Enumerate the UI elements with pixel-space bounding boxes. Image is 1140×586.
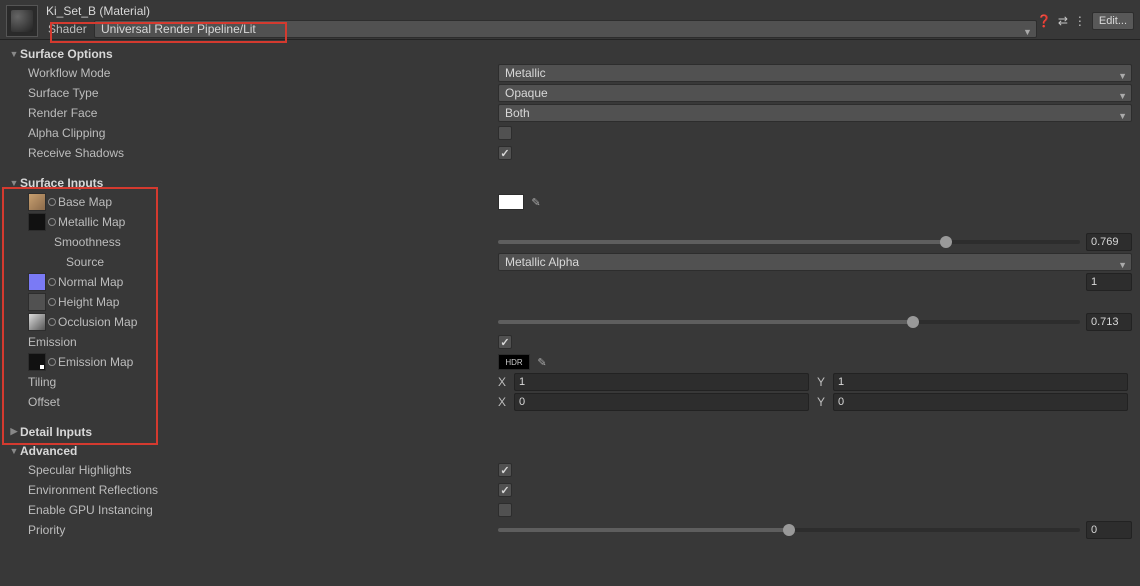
texture-picker-icon[interactable] [48,198,56,206]
emission-color-swatch[interactable]: HDR [498,354,530,370]
section-title: Detail Inputs [20,425,92,439]
section-surface-options[interactable]: ▼ Surface Options [8,44,1132,63]
gpu-instancing-label: Enable GPU Instancing [28,503,153,517]
foldout-icon: ▼ [8,178,20,188]
tiling-y-field[interactable] [833,373,1128,391]
material-header: Ki_Set_B (Material) Shader Universal Ren… [0,0,1140,40]
receive-shadows-checkbox[interactable] [498,146,512,160]
section-title: Advanced [20,444,77,458]
alpha-clipping-checkbox[interactable] [498,126,512,140]
alpha-clipping-label: Alpha Clipping [28,126,105,140]
surface-type-label: Surface Type [28,86,99,100]
base-map-texture-slot[interactable] [28,193,46,211]
smoothness-slider[interactable] [498,240,1080,244]
edit-button[interactable]: Edit... [1092,12,1134,30]
foldout-icon: ▼ [8,446,20,456]
occlusion-slider[interactable] [498,320,1080,324]
gpu-instancing-checkbox[interactable] [498,503,512,517]
section-detail-inputs[interactable]: ▶ Detail Inputs [8,422,1132,441]
y-label: Y [817,395,829,409]
tiling-label: Tiling [28,375,56,389]
tiling-x-field[interactable] [514,373,809,391]
x-label: X [498,395,510,409]
normal-map-texture-slot[interactable] [28,273,46,291]
slider-thumb[interactable] [783,524,795,536]
material-title: Ki_Set_B (Material) [44,4,1037,18]
priority-slider[interactable] [498,528,1080,532]
texture-picker-icon[interactable] [48,278,56,286]
shader-dropdown[interactable]: Universal Render Pipeline/Lit ▼ [94,20,1037,38]
section-advanced[interactable]: ▼ Advanced [8,441,1132,460]
menu-icon[interactable]: ⋮ [1074,14,1086,28]
help-icon[interactable]: ❓ [1037,14,1052,28]
emission-label: Emission [28,335,77,349]
normal-map-label: Normal Map [58,275,123,289]
occlusion-map-label: Occlusion Map [58,315,137,329]
render-face-dropdown[interactable]: Both▼ [498,104,1132,122]
texture-picker-icon[interactable] [48,318,56,326]
workflow-mode-label: Workflow Mode [28,66,110,80]
env-reflections-label: Environment Reflections [28,483,158,497]
foldout-icon: ▼ [8,49,20,59]
section-title: Surface Inputs [20,176,103,190]
y-label: Y [817,375,829,389]
priority-label: Priority [28,523,65,537]
material-preview-thumb[interactable] [6,5,38,37]
offset-x-field[interactable] [514,393,809,411]
offset-y-field[interactable] [833,393,1128,411]
source-dropdown[interactable]: Metallic Alpha▼ [498,253,1132,271]
x-label: X [498,375,510,389]
surface-type-dropdown[interactable]: Opaque▼ [498,84,1132,102]
emission-map-label: Emission Map [58,355,133,369]
source-label: Source [66,255,104,269]
render-face-label: Render Face [28,106,97,120]
specular-highlights-label: Specular Highlights [28,463,131,477]
emission-checkbox[interactable] [498,335,512,349]
shader-value: Universal Render Pipeline/Lit [101,22,256,36]
section-title: Surface Options [20,47,113,61]
section-surface-inputs[interactable]: ▼ Surface Inputs [8,173,1132,192]
specular-highlights-checkbox[interactable] [498,463,512,477]
metallic-map-texture-slot[interactable] [28,213,46,231]
eyedropper-icon[interactable]: ✎ [528,194,544,210]
texture-picker-icon[interactable] [48,298,56,306]
metallic-map-label: Metallic Map [58,215,125,229]
smoothness-field[interactable] [1086,233,1132,251]
occlusion-map-texture-slot[interactable] [28,313,46,331]
texture-picker-icon[interactable] [48,358,56,366]
priority-field[interactable] [1086,521,1132,539]
base-map-label: Base Map [58,195,112,209]
shader-label: Shader [44,22,94,36]
workflow-mode-dropdown[interactable]: Metallic▼ [498,64,1132,82]
offset-label: Offset [28,395,60,409]
base-map-color-swatch[interactable] [498,194,524,210]
eyedropper-icon[interactable]: ✎ [534,354,550,370]
slider-thumb[interactable] [907,316,919,328]
height-map-texture-slot[interactable] [28,293,46,311]
dropdown-arrow-icon: ▼ [1023,24,1032,40]
foldout-icon: ▶ [8,426,20,437]
env-reflections-checkbox[interactable] [498,483,512,497]
slider-thumb[interactable] [940,236,952,248]
receive-shadows-label: Receive Shadows [28,146,124,160]
height-map-label: Height Map [58,295,119,309]
occlusion-field[interactable] [1086,313,1132,331]
preset-icon[interactable]: ⇄ [1058,14,1068,28]
normal-strength-field[interactable] [1086,273,1132,291]
emission-map-texture-slot[interactable] [28,353,46,371]
smoothness-label: Smoothness [54,235,121,249]
texture-picker-icon[interactable] [48,218,56,226]
